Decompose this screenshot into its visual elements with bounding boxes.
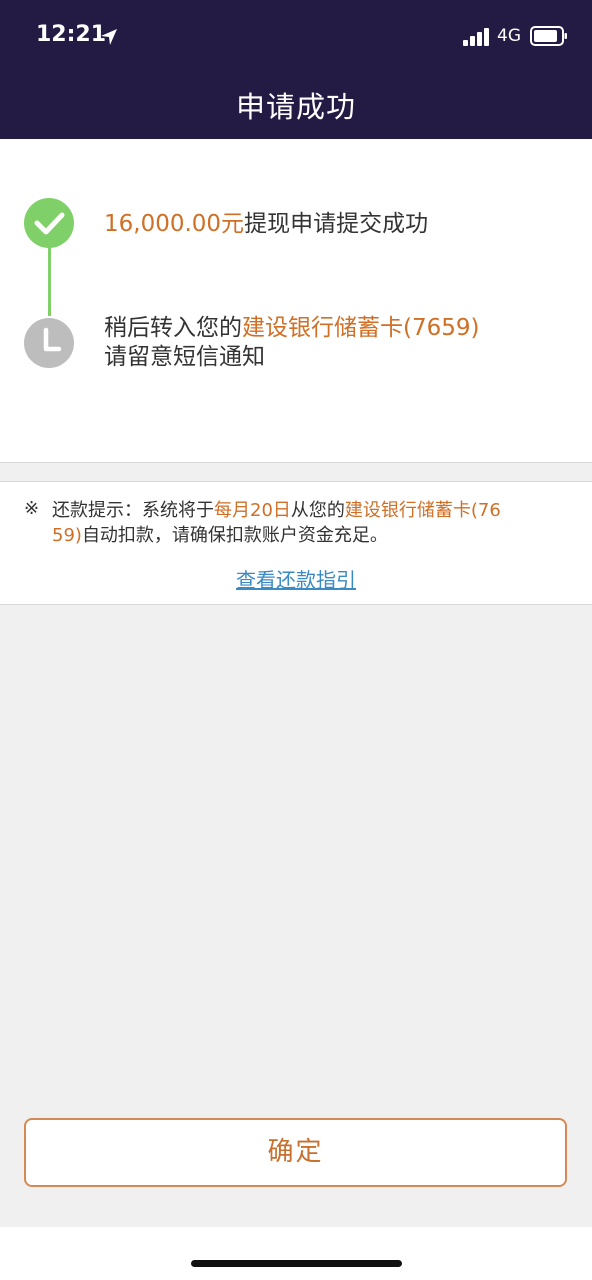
withdraw-amount: 16,000.00元 <box>104 211 245 237</box>
notice-text: 还款提示：系统将于每月20日从您的建设银行储蓄卡(76 59)自动扣款，请确保扣… <box>52 498 564 548</box>
result-card <box>0 139 592 463</box>
repayment-guide-link[interactable]: 查看还款指引 <box>0 564 592 593</box>
step-submitted-text: 提现申请提交成功 <box>244 211 429 237</box>
clock-icon <box>24 318 74 368</box>
notice-card-part1: 建设银行储蓄卡(76 <box>344 500 501 521</box>
notice-part3: 自动扣款，请确保扣款账户资金充足。 <box>81 525 388 546</box>
notice-card-part2: 59) <box>52 525 82 546</box>
page-title: 申请成功 <box>235 90 356 124</box>
notice-part2: 从您的 <box>290 500 345 521</box>
notice-part1: 还款提示：系统将于 <box>52 500 214 521</box>
notice-mark: ※ <box>24 498 40 519</box>
network-type: 4G <box>497 26 521 46</box>
repayment-notice: ※ 还款提示：系统将于每月20日从您的建设银行储蓄卡(76 59)自动扣款，请确… <box>0 481 592 605</box>
step-connector <box>48 246 51 316</box>
home-indicator[interactable] <box>191 1260 402 1267</box>
nav-bar: 申请成功 <box>0 72 592 139</box>
signal-bars-icon <box>463 28 489 46</box>
step-pending-prefix: 稍后转入您的 <box>104 315 242 341</box>
confirm-button[interactable]: 确定 <box>24 1118 567 1187</box>
location-arrow-icon <box>101 29 117 45</box>
status-bar: 12:21 4G <box>0 0 592 72</box>
bank-card-name: 建设银行储蓄卡(7659) <box>242 315 480 341</box>
section-divider <box>0 463 592 481</box>
status-time: 12:21 <box>36 22 107 47</box>
repayment-date: 每月20日 <box>214 500 291 521</box>
step-pending: 稍后转入您的建设银行储蓄卡(7659) 请留意短信通知 <box>104 314 479 372</box>
step-submitted: 16,000.00元提现申请提交成功 <box>104 210 428 239</box>
sms-reminder-text: 请留意短信通知 <box>104 344 265 370</box>
check-icon <box>24 198 74 248</box>
battery-icon <box>530 26 567 46</box>
